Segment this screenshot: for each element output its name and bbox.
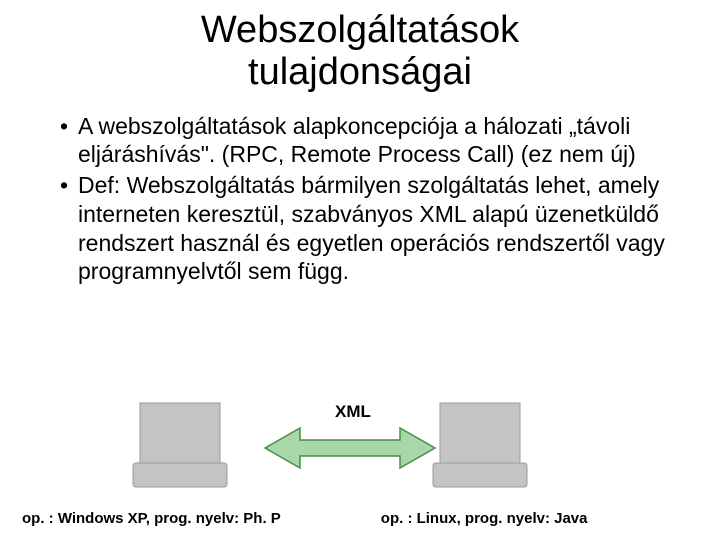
title-line-1: Webszolgáltatások bbox=[201, 9, 519, 51]
bullet-item: • Def: Webszolgáltatás bármilyen szolgál… bbox=[50, 171, 690, 286]
bullet-item: • A webszolgáltatások alapkoncepciója a … bbox=[50, 112, 690, 170]
bullet-text: A webszolgáltatások alapkoncepciója a há… bbox=[78, 112, 690, 170]
bullet-text: Def: Webszolgáltatás bármilyen szolgálta… bbox=[78, 171, 690, 286]
slide-body: • A webszolgáltatások alapkoncepciója a … bbox=[50, 112, 690, 287]
slide-title: Webszolgáltatások tulajdonságai bbox=[0, 10, 720, 94]
diagram-svg bbox=[0, 398, 720, 488]
caption-left: op. : Windows XP, prog. nyelv: Ph. P bbox=[22, 510, 281, 527]
title-line-2: tulajdonságai bbox=[248, 51, 472, 93]
bullet-marker: • bbox=[50, 112, 78, 170]
bullet-marker: • bbox=[50, 171, 78, 286]
computer-left-icon bbox=[133, 403, 227, 487]
diagram-captions: op. : Windows XP, prog. nyelv: Ph. P op.… bbox=[0, 510, 720, 527]
caption-right: op. : Linux, prog. nyelv: Java bbox=[381, 510, 588, 527]
computer-right-icon bbox=[433, 403, 527, 487]
double-arrow-icon bbox=[265, 428, 435, 468]
